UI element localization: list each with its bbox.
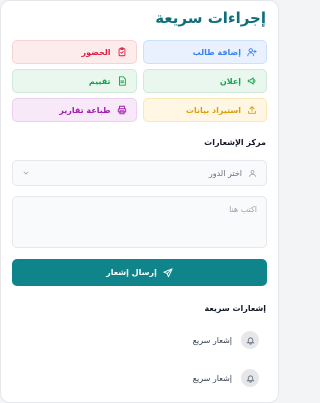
role-select-value: اختر الدور	[208, 168, 242, 178]
document-icon	[118, 76, 126, 86]
quick-actions-grid: إضافة طالب الحضور إعلان تقييم استيراد بي…	[12, 40, 267, 122]
printer-icon	[117, 105, 126, 115]
message-textarea[interactable]: اكتب هنا	[12, 196, 267, 248]
chevron-down-icon	[22, 169, 30, 177]
attendance-button[interactable]: الحضور	[12, 40, 137, 64]
panel-title: إجراءات سريعة	[155, 9, 266, 27]
print-reports-label: طباعة تقارير	[59, 105, 111, 115]
quick-actions-panel: إجراءات سريعة إضافة طالب الحضور إعلان تق…	[0, 0, 279, 403]
bell-icon	[241, 331, 259, 349]
megaphone-icon	[247, 77, 256, 85]
quick-notification-item[interactable]: إشعار سريع	[12, 329, 267, 351]
notifications-center-label: مركز الإشعارات	[204, 138, 266, 147]
role-select[interactable]: اختر الدور	[12, 160, 267, 186]
quick-notification-item[interactable]: إشعار سريع	[12, 367, 267, 389]
send-notification-button[interactable]: إرسال إشعار	[12, 259, 267, 286]
add-student-button[interactable]: إضافة طالب	[142, 40, 267, 64]
send-icon	[163, 267, 173, 277]
upload-icon	[248, 106, 256, 114]
print-reports-button[interactable]: طباعة تقارير	[12, 98, 137, 122]
user-icon	[249, 169, 256, 177]
user-plus-icon	[247, 48, 257, 57]
announcement-label: إعلان	[219, 76, 241, 86]
announcement-button[interactable]: إعلان	[142, 69, 267, 93]
send-notification-label: إرسال إشعار	[106, 268, 157, 277]
evaluation-button[interactable]: تقييم	[12, 69, 137, 93]
message-placeholder: اكتب هنا	[229, 205, 257, 214]
attendance-label: الحضور	[81, 47, 111, 57]
quick-notification-label: إشعار سريع	[192, 373, 232, 383]
import-data-button[interactable]: استيراد بيانات	[142, 98, 267, 122]
add-student-label: إضافة طالب	[192, 47, 241, 57]
bell-icon	[241, 369, 259, 387]
clipboard-check-icon	[118, 47, 125, 57]
quick-notification-label: إشعار سريع	[192, 335, 232, 345]
evaluation-label: تقييم	[88, 76, 111, 86]
quick-notifications-label: إشعارات سريعة	[204, 304, 266, 313]
import-data-label: استيراد بيانات	[185, 105, 241, 115]
